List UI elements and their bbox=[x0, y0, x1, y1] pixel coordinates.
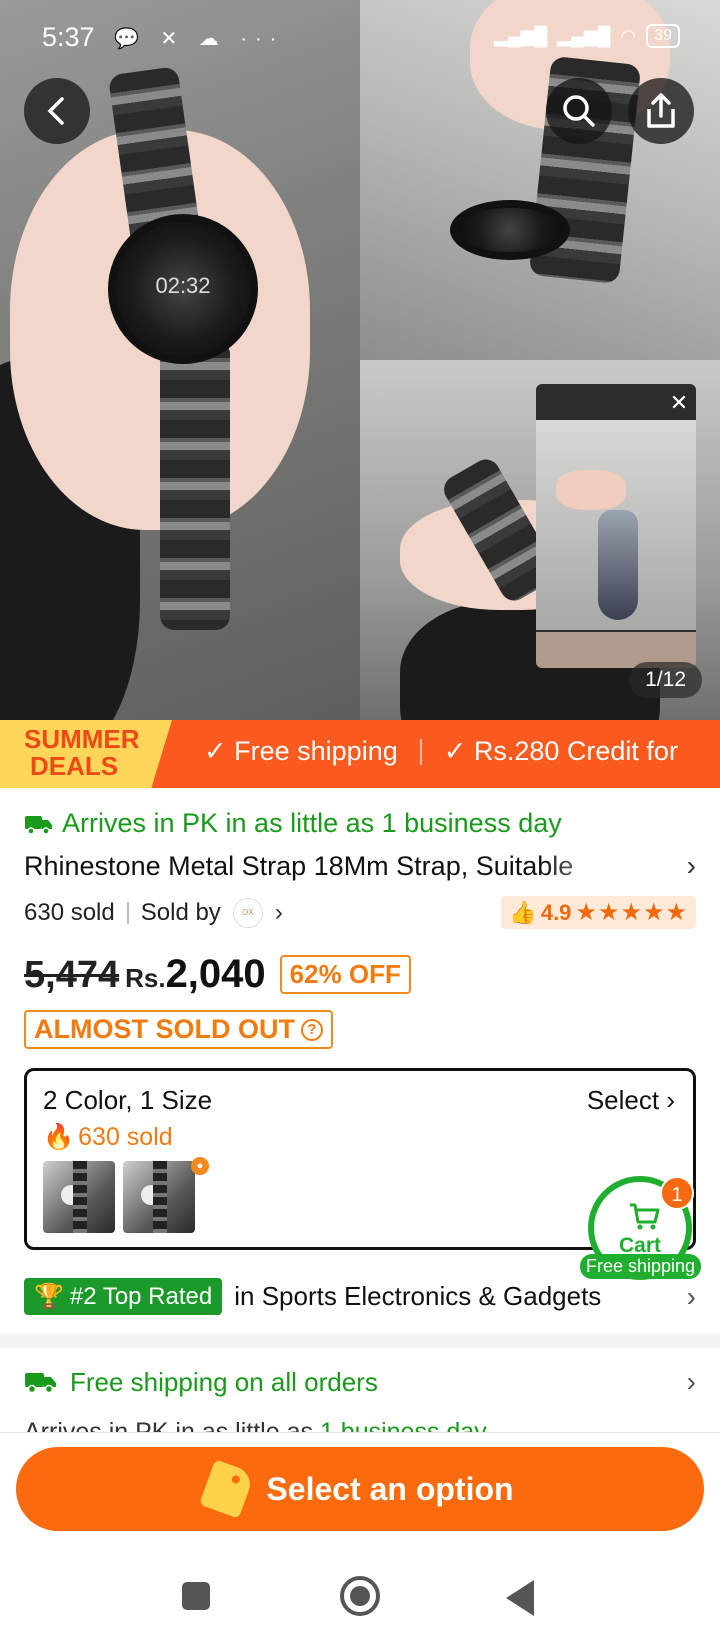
sale-price: 2,040 bbox=[165, 952, 266, 996]
product-title-row[interactable]: Rhinestone Metal Strap 18Mm Strap, Suita… bbox=[24, 850, 696, 882]
top-rated-badge: 🏆 #2 Top Rated bbox=[24, 1278, 223, 1315]
section-divider bbox=[0, 1334, 720, 1348]
bottom-action-bar: Select an option bbox=[0, 1432, 720, 1532]
system-back-button[interactable] bbox=[506, 1580, 534, 1616]
sold-info: 630 sold Sold by OX › bbox=[24, 897, 283, 928]
select-option-button[interactable]: Select an option bbox=[16, 1447, 704, 1531]
status-bar: 5:37 💬 ✕ ☁ ··· ▂▄▆█ ▂▄▆█ ◠ 39 bbox=[0, 0, 720, 76]
discount-badge: 62% OFF bbox=[279, 955, 411, 994]
chevron-right-icon[interactable]: › bbox=[275, 899, 283, 927]
status-right: ▂▄▆█ ▂▄▆█ ◠ 39 bbox=[494, 24, 680, 48]
signal-icon: ▂▄▆█ bbox=[557, 25, 611, 46]
chevron-right-icon: › bbox=[686, 850, 696, 881]
sold-by-label: Sold by bbox=[140, 898, 221, 926]
search-button[interactable] bbox=[546, 78, 612, 144]
close-icon[interactable]: ✕ bbox=[666, 390, 692, 416]
gallery-counter: 1/12 bbox=[629, 662, 702, 698]
share-button[interactable] bbox=[628, 78, 694, 144]
summer-deals-text: SUMMER DEALS bbox=[24, 726, 140, 780]
home-button[interactable] bbox=[340, 1576, 380, 1616]
share-icon bbox=[647, 93, 675, 128]
rating-badge[interactable]: 👍 4.9 ★★★★★ bbox=[501, 896, 696, 929]
video-frame bbox=[536, 420, 696, 630]
system-nav-bar bbox=[0, 1540, 720, 1640]
hot-badge-icon: ● bbox=[191, 1157, 209, 1175]
variant-summary: 2 Color, 1 Size bbox=[43, 1085, 213, 1115]
price-tag-icon bbox=[199, 1459, 256, 1519]
arrives-text: Arrives in PK in as little as 1 business… bbox=[62, 808, 562, 838]
seller-logo[interactable]: OX bbox=[232, 897, 263, 928]
arrives-banner: Arrives in PK in as little as 1 business… bbox=[24, 808, 562, 839]
chevron-right-icon: › bbox=[666, 1085, 675, 1115]
summer-line2: DEALS bbox=[30, 751, 119, 781]
divider bbox=[126, 901, 129, 924]
currency: Rs. bbox=[125, 963, 166, 993]
product-title: Rhinestone Metal Strap 18Mm Strap, Suita… bbox=[24, 850, 574, 881]
watch-base bbox=[450, 200, 570, 260]
flame-icon: 🔥 bbox=[43, 1123, 75, 1151]
almost-sold-out-badge[interactable]: ALMOST SOLD OUT ? bbox=[24, 1010, 333, 1049]
summer-line1: SUMMER bbox=[24, 724, 140, 754]
rating-value: 4.9 bbox=[540, 899, 572, 925]
search-icon bbox=[563, 95, 595, 127]
recent-apps-button[interactable] bbox=[182, 1582, 210, 1610]
back-button[interactable] bbox=[24, 78, 90, 144]
select-label: Select bbox=[586, 1085, 660, 1115]
variant-sold-count: 630 sold bbox=[78, 1123, 173, 1151]
signal-icon: ▂▄▆█ bbox=[494, 25, 548, 46]
chevron-right-icon: › bbox=[686, 1280, 696, 1312]
watch-face-time: 02:32 bbox=[155, 272, 211, 298]
notification-icons: 💬 ✕ ☁ ··· bbox=[114, 28, 285, 50]
hand bbox=[556, 470, 626, 510]
shipping-row[interactable]: Free shipping on all orders › bbox=[24, 1366, 696, 1398]
watch-strap-bottom bbox=[160, 340, 230, 630]
promo-free-shipping: ✓ Free shipping bbox=[204, 736, 398, 766]
thumb-band bbox=[73, 1161, 87, 1233]
promo-banner[interactable]: SUMMER DEALS ✓ Free shipping ✓ Rs.280 Cr… bbox=[0, 720, 720, 788]
rank-row[interactable]: 🏆 #2 Top Rated in Sports Electronics & G… bbox=[24, 1278, 696, 1315]
promo-credit: ✓ Rs.280 Credit for bbox=[443, 736, 678, 766]
chevron-right-icon: › bbox=[686, 1366, 696, 1397]
battery-icon: 39 bbox=[646, 24, 680, 48]
help-icon: ? bbox=[300, 1018, 323, 1041]
variant-thumb[interactable] bbox=[43, 1161, 115, 1233]
sold-row: 630 sold Sold by OX › 👍 4.9 ★★★★★ bbox=[24, 896, 696, 929]
delivery-truck-icon bbox=[25, 815, 52, 835]
shipping-sub-link[interactable]: 1 business day bbox=[320, 1418, 487, 1432]
shipping-title: Free shipping on all orders bbox=[70, 1366, 378, 1397]
variant-sold: 🔥 630 sold bbox=[43, 1123, 173, 1152]
original-price: 5,474 bbox=[24, 954, 120, 996]
mini-video-player[interactable]: ✕ bbox=[536, 384, 696, 668]
cart-icon bbox=[630, 1203, 660, 1230]
status-time: 5:37 bbox=[42, 22, 95, 52]
shipping-subtitle: Arrives in PK in as little as 1 business… bbox=[24, 1418, 487, 1432]
variant-thumb[interactable] bbox=[123, 1161, 195, 1233]
promo-divider bbox=[419, 738, 422, 765]
watch-face: 02:32 bbox=[108, 214, 258, 364]
delivery-truck-icon bbox=[25, 1373, 56, 1394]
rank-category: in Sports Electronics & Gadgets bbox=[234, 1281, 602, 1311]
chevron-left-icon bbox=[47, 97, 64, 125]
sold-count: 630 sold bbox=[24, 898, 115, 926]
wifi-icon: ◠ bbox=[620, 25, 637, 46]
cart-count-badge: 1 bbox=[660, 1176, 694, 1210]
product-gallery[interactable]: 02:32 5:37 💬 ✕ ☁ ··· ▂▄▆█ ▂▄▆█ ◠ 39 ✕ 1/… bbox=[0, 0, 720, 720]
top-rated-text: #2 Top Rated bbox=[69, 1282, 213, 1310]
trophy-icon: 🏆 bbox=[34, 1283, 64, 1310]
promo-items: ✓ Free shipping ✓ Rs.280 Credit for bbox=[204, 736, 678, 767]
select-option-label: Select an option bbox=[266, 1470, 514, 1507]
price-row: 5,474 Rs. 2,040 62% OFF bbox=[24, 952, 411, 997]
thumb-band bbox=[153, 1161, 167, 1233]
thumbs-up-icon: 👍 bbox=[509, 899, 537, 925]
product-in-video bbox=[598, 510, 638, 620]
variant-select-button[interactable]: Select › bbox=[587, 1085, 675, 1116]
shipping-sub-prefix: Arrives in PK in as little as bbox=[24, 1418, 320, 1432]
almost-sold-out-text: ALMOST SOLD OUT bbox=[34, 1014, 295, 1044]
star-rating-icon: ★★★★★ bbox=[575, 899, 688, 926]
cart-free-shipping-tag: Free shipping bbox=[580, 1254, 702, 1279]
